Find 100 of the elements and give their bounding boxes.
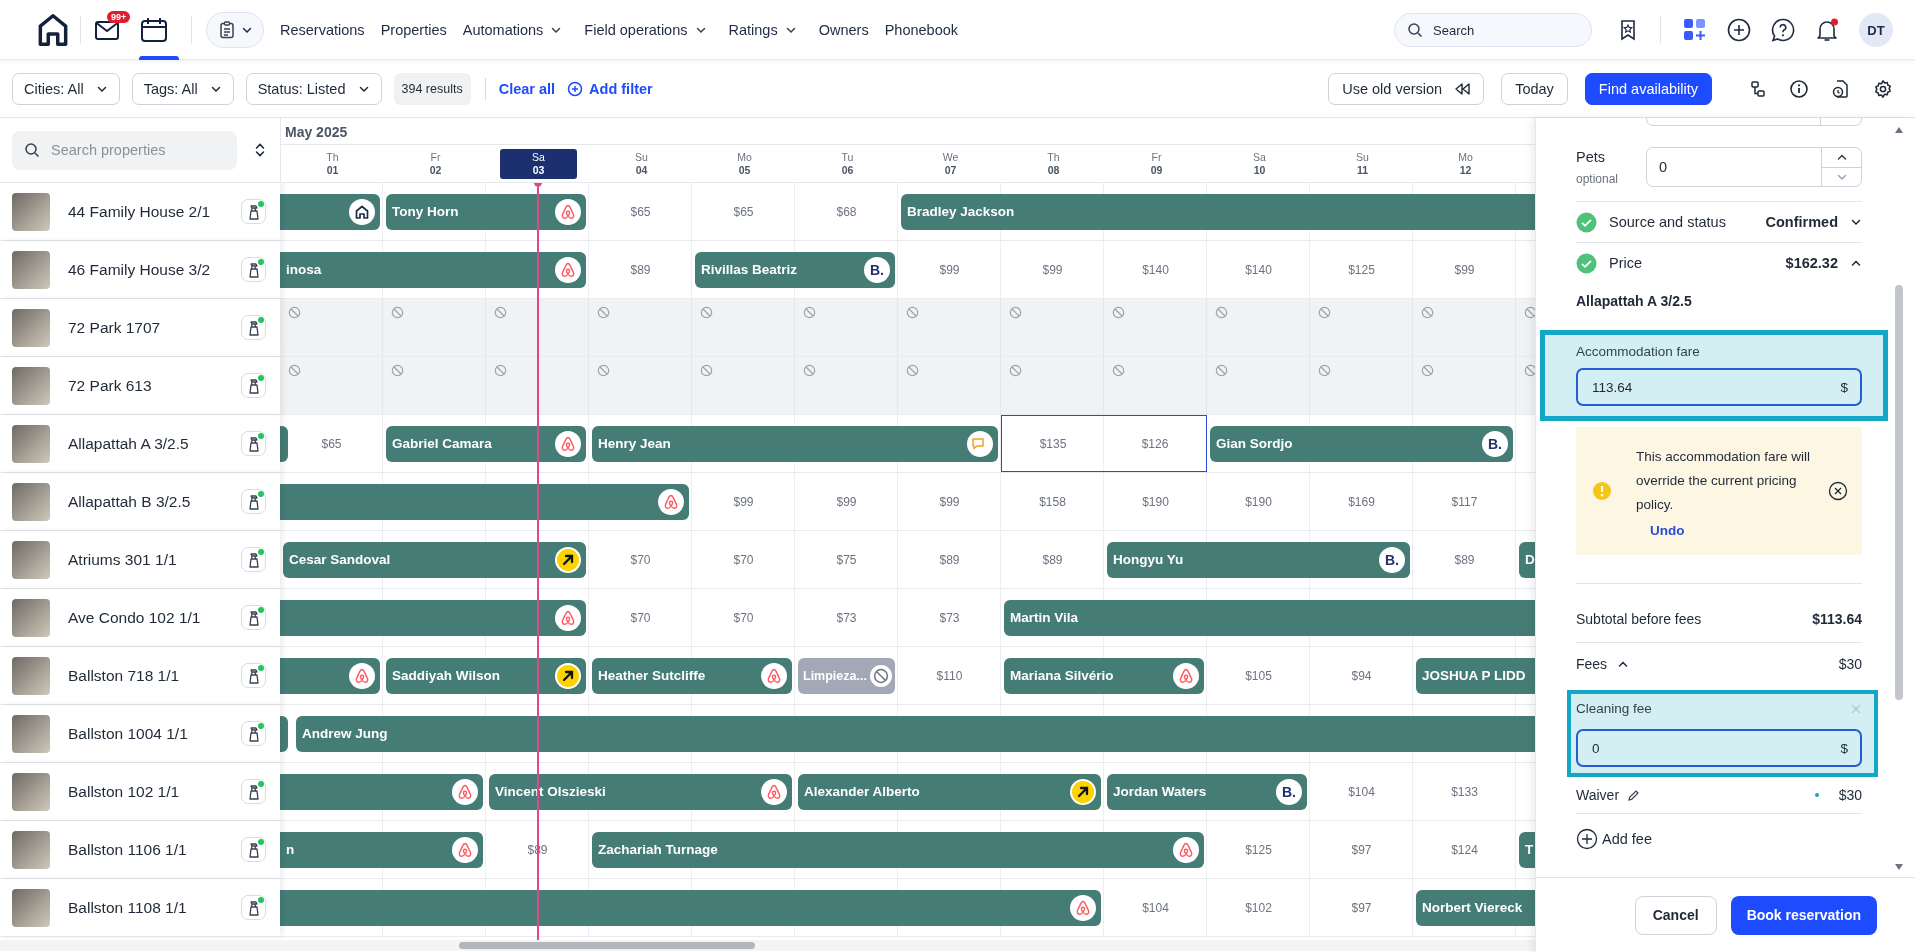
price-cell[interactable]: $70 [733, 610, 754, 625]
price-cell[interactable]: $65 [321, 436, 342, 451]
clear-all-link[interactable]: Clear all [498, 81, 556, 97]
search-field[interactable]: Search [1394, 13, 1592, 47]
cleaning-button[interactable] [241, 489, 266, 514]
price-cell[interactable]: $70 [630, 552, 651, 567]
text-input[interactable]: 0 [1590, 739, 1841, 757]
booking-bar[interactable] [280, 193, 380, 230]
day-header[interactable]: Sa 03 [500, 148, 577, 179]
scrollbar-track[interactable] [0, 940, 1535, 951]
day-header[interactable]: Mo 05 [693, 148, 796, 179]
booking-bar[interactable] [280, 715, 288, 752]
cleaning-button[interactable] [241, 837, 266, 862]
property-name[interactable]: 46 Family House 3/2 [68, 260, 223, 279]
today-button[interactable]: Today [1501, 73, 1568, 105]
avatar[interactable]: DT [1859, 13, 1893, 47]
price-cell[interactable]: $65 [733, 204, 754, 219]
booking-bar[interactable]: Norbert Viereck [1416, 889, 1535, 926]
price-cell[interactable]: $190 [1142, 494, 1169, 509]
price-cell[interactable]: $158 [1039, 494, 1066, 509]
property-name[interactable]: 44 Family House 2/1 [68, 202, 223, 221]
booking-bar[interactable] [280, 889, 1101, 926]
search-input[interactable]: Search [1431, 21, 1571, 39]
number-field[interactable] [1646, 118, 1862, 126]
price-cell[interactable]: $99 [1454, 262, 1475, 277]
hierarchy-icon[interactable] [1749, 80, 1767, 98]
booking-bar[interactable] [280, 425, 288, 462]
price-cell[interactable]: $99 [1042, 262, 1063, 277]
price-cell[interactable]: $99 [836, 494, 857, 509]
booking-bar[interactable]: n [280, 831, 483, 868]
price-cell[interactable]: $89 [1454, 552, 1475, 567]
clipboard-menu-button[interactable] [206, 12, 264, 48]
day-header[interactable]: Su 04 [590, 148, 693, 179]
info-icon[interactable] [1789, 79, 1809, 99]
scrollbar-track[interactable] [1893, 126, 1905, 871]
price-cell[interactable]: $133 [1451, 784, 1478, 799]
cleaning-button[interactable] [241, 257, 266, 282]
price-cell[interactable]: $65 [630, 204, 651, 219]
day-header[interactable]: Tu 06 [796, 148, 899, 179]
cleaning-button[interactable] [241, 199, 266, 224]
add-filter-link[interactable]: Add filter [567, 81, 653, 97]
undo-link[interactable]: Undo [1650, 522, 1816, 538]
sort-icon[interactable] [253, 141, 267, 159]
search-field[interactable]: Search properties [12, 130, 237, 170]
property-name[interactable]: Ballston 102 1/1 [68, 782, 223, 801]
add-icon[interactable] [1726, 17, 1752, 43]
day-header[interactable]: Sa 10 [1208, 148, 1311, 179]
property-name[interactable]: Allapattah B 3/2.5 [68, 492, 223, 511]
input-field[interactable]: 0 $ [1576, 729, 1862, 767]
booking-bar[interactable]: Mariana Silvério [1004, 657, 1204, 694]
price-cell[interactable]: $110 [936, 668, 963, 683]
property-name[interactable]: Ave Condo 102 1/1 [68, 608, 223, 627]
booking-bar[interactable]: Saddiyah Wilson [386, 657, 586, 694]
booking-bar[interactable] [280, 483, 689, 520]
booking-bar[interactable]: Rivillas Beatriz B. [695, 251, 895, 288]
booking-bar[interactable]: JOSHUA P LIDD [1416, 657, 1535, 694]
down-triangle-icon[interactable] [1894, 863, 1904, 871]
cleaning-button[interactable] [241, 721, 266, 746]
cleaning-button[interactable] [241, 431, 266, 456]
booking-bar[interactable]: Andrew Jung [296, 715, 1535, 752]
cleaning-button[interactable] [241, 663, 266, 688]
price-cell[interactable]: $105 [1245, 668, 1272, 683]
price-cell[interactable]: $89 [939, 552, 960, 567]
settings-icon[interactable] [1873, 79, 1893, 99]
add-fee-button[interactable]: Add fee [1576, 828, 1652, 850]
price-cell[interactable]: $73 [939, 610, 960, 625]
number-field[interactable]: 0 [1646, 147, 1862, 187]
old-version-button[interactable]: Use old version [1328, 73, 1485, 105]
property-name[interactable]: Allapattah A 3/2.5 [68, 434, 223, 453]
day-header[interactable]: Th 08 [1002, 148, 1105, 179]
nav-link[interactable]: Ratings [720, 13, 811, 47]
price-cell[interactable]: $70 [733, 552, 754, 567]
booking-bar[interactable]: Tony Horn [386, 193, 586, 230]
price-cell[interactable]: $99 [939, 262, 960, 277]
booking-bar[interactable]: Gian Sordjo B. [1210, 425, 1513, 462]
mail-tab[interactable]: 99+ [89, 0, 135, 60]
price-cell[interactable]: $125 [1245, 842, 1272, 857]
property-name[interactable]: Ballston 1108 1/1 [68, 898, 223, 917]
nav-link[interactable]: Properties [372, 13, 455, 47]
price-cell[interactable]: $117 [1451, 494, 1478, 509]
booking-bar[interactable]: Bradley Jackson [901, 193, 1535, 230]
section-title[interactable]: Source and status [1609, 214, 1754, 230]
property-name[interactable]: Ballston 1106 1/1 [68, 840, 223, 859]
property-name[interactable]: Atriums 301 1/1 [68, 550, 223, 569]
price-cell[interactable]: $70 [630, 610, 651, 625]
cleaning-button[interactable] [241, 895, 266, 920]
day-header[interactable]: Fr 09 [1105, 148, 1208, 179]
cleaning-button[interactable] [241, 605, 266, 630]
apps-icon[interactable] [1682, 17, 1708, 43]
pencil-icon[interactable] [1627, 788, 1641, 802]
cancel-button[interactable]: Cancel [1634, 895, 1717, 935]
price-cell[interactable]: $135 [1001, 415, 1104, 472]
scroll-thumb[interactable] [1895, 285, 1903, 700]
input-field[interactable]: 113.64 $ [1576, 368, 1862, 406]
text-input[interactable]: 0 [1647, 148, 1821, 186]
booking-bar[interactable] [280, 599, 586, 636]
booking-bar[interactable]: Heather Sutcliffe [592, 657, 792, 694]
booking-bar[interactable]: Jordan Waters B. [1107, 773, 1307, 810]
booking-bar[interactable]: Hongyu Yu B. [1107, 541, 1410, 578]
day-header[interactable]: Mo 12 [1414, 148, 1517, 179]
